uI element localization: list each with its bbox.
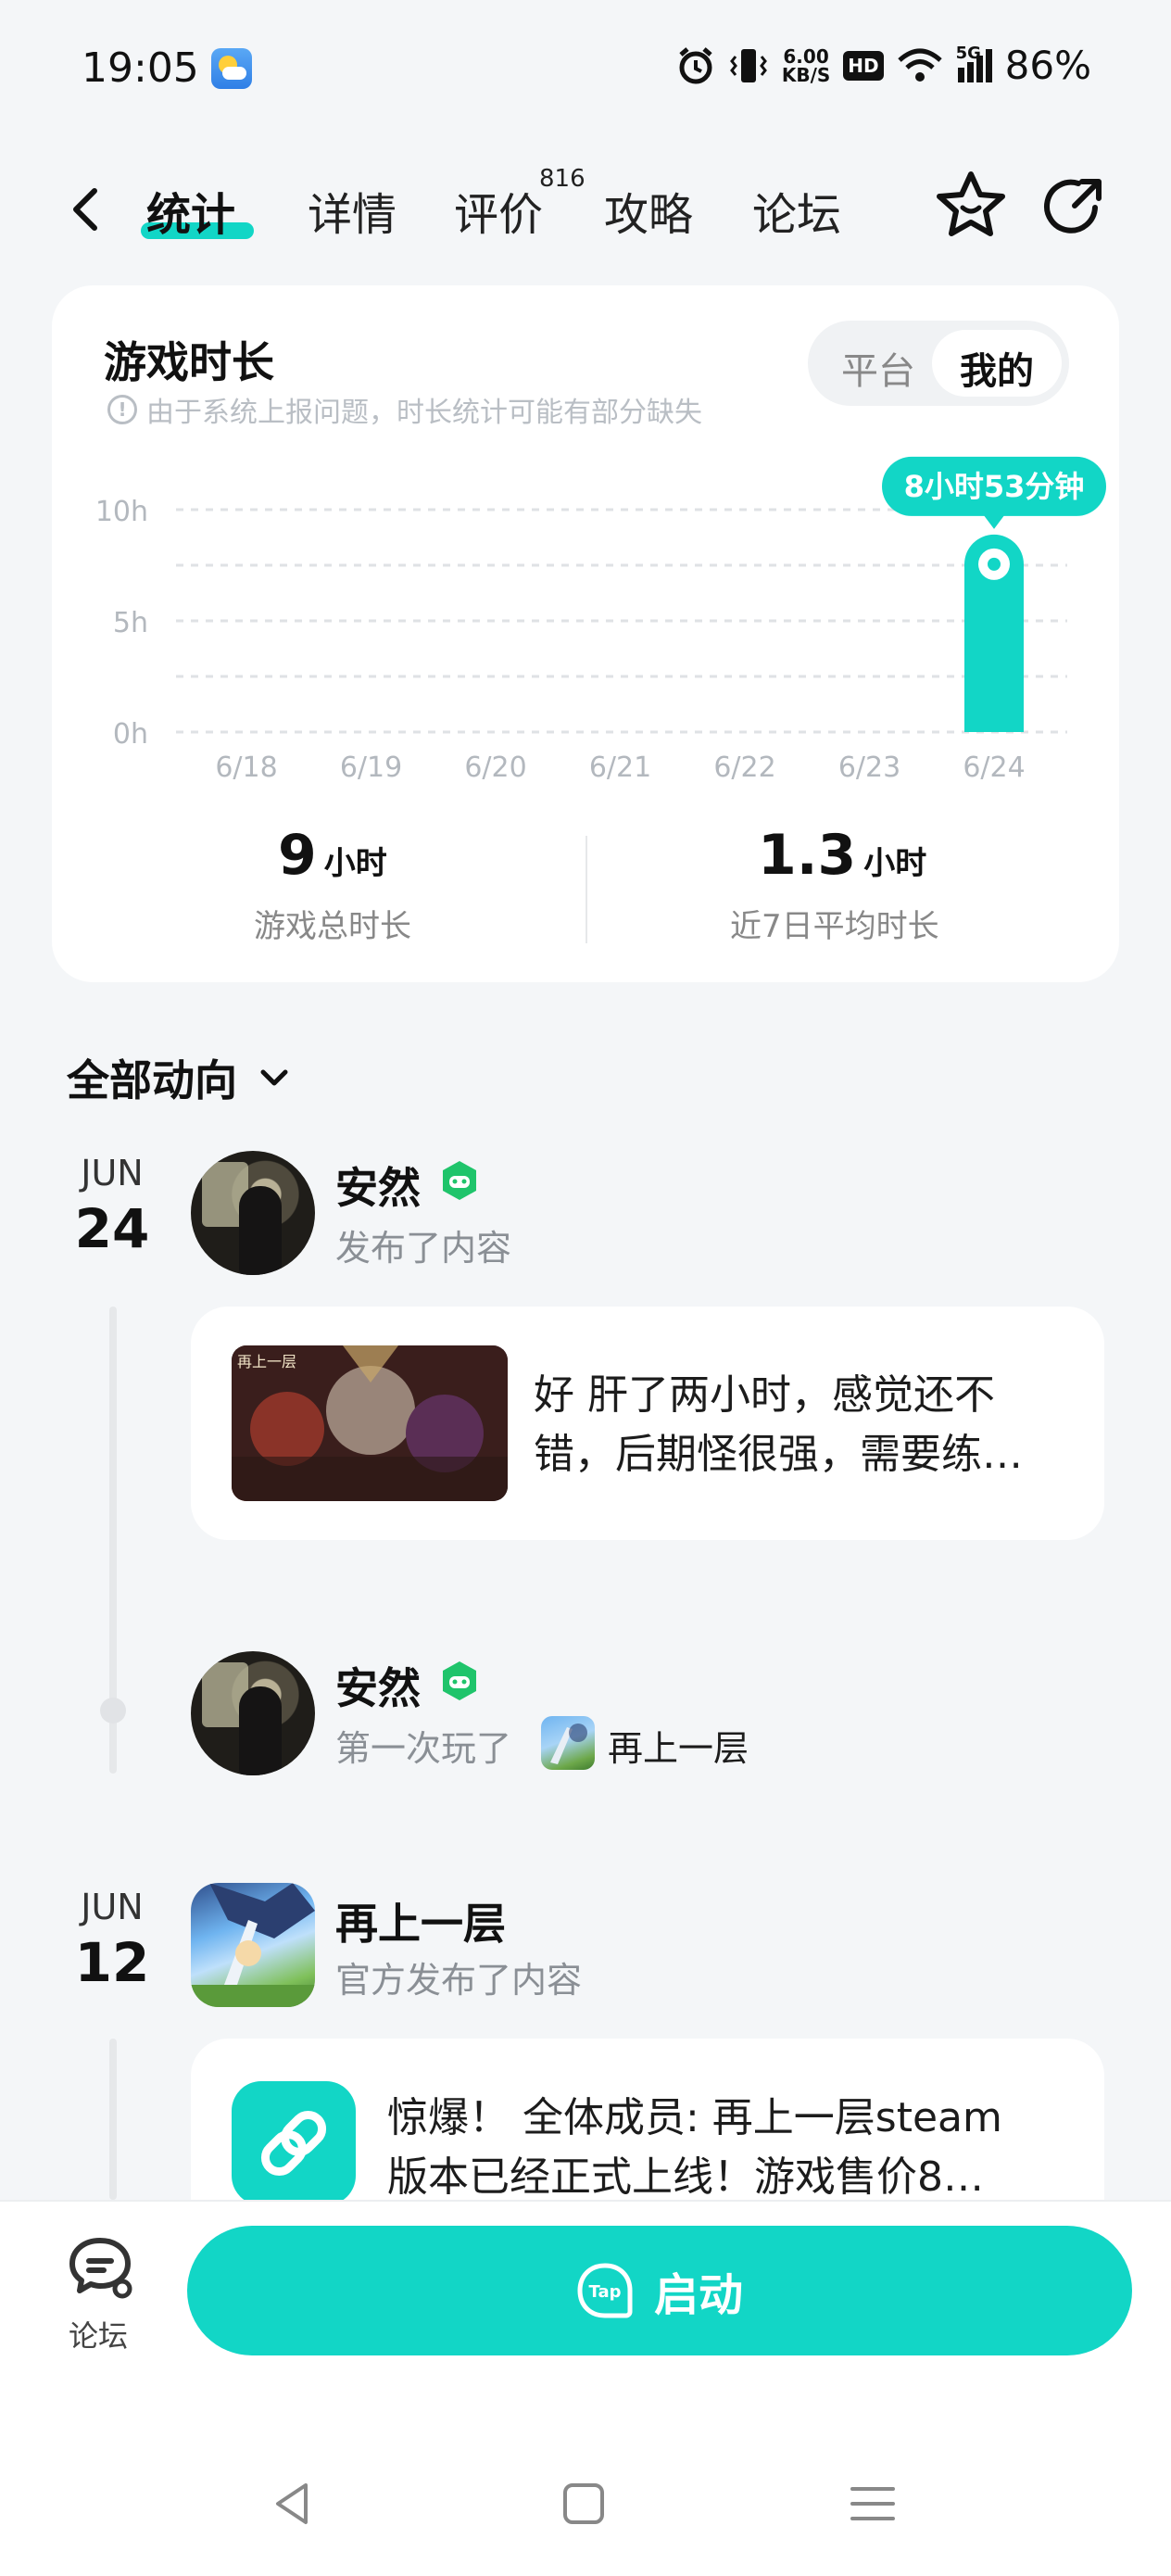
avg-playtime-value: 1.3	[758, 823, 857, 888]
x-tick-label: 6/23	[838, 751, 900, 784]
system-home-icon[interactable]	[556, 2476, 611, 2532]
date-day: 12	[74, 1931, 150, 1994]
launch-label: 启动	[653, 2269, 743, 2321]
activity-text: 发布了内容	[335, 1228, 512, 1269]
user-name[interactable]: 安然	[335, 1655, 421, 1716]
avatar[interactable]	[191, 1151, 315, 1275]
date-day: 24	[74, 1197, 150, 1260]
date-month: JUN	[81, 1887, 144, 1927]
x-tick-label: 6/18	[215, 751, 277, 784]
x-tick-label: 6/22	[713, 751, 775, 784]
post-text-line2: 错，后期怪很强，需要练…	[534, 1431, 1023, 1478]
game-avatar[interactable]	[191, 1883, 315, 2007]
user-name[interactable]: 安然	[335, 1155, 421, 1216]
timeline-dot	[100, 1698, 126, 1724]
chevron-down-icon	[260, 1069, 288, 1086]
x-tick-label: 6/24	[963, 751, 1025, 784]
y-tick-label: 5h	[113, 607, 148, 639]
activity-text: 官方发布了内容	[335, 1960, 583, 2001]
game-name[interactable]: 再上一层	[608, 1720, 749, 1771]
y-tick-label: 10h	[95, 496, 148, 528]
system-menu-icon[interactable]	[845, 2476, 900, 2532]
system-back-icon[interactable]	[265, 2476, 321, 2532]
avg-playtime-unit: 小时	[863, 845, 927, 882]
post-text-line2: 版本已经正式上线！游戏售价8…	[387, 2153, 984, 2201]
post-text-line1: 惊爆！ 全体成员: 再上一层steam	[387, 2094, 1002, 2141]
avatar[interactable]	[191, 1651, 315, 1775]
total-playtime-label: 游戏总时长	[254, 908, 411, 945]
tap-logo-text: Tap	[588, 2282, 621, 2302]
timeline-line	[109, 2039, 117, 2200]
gamepad-badge-icon	[443, 1661, 476, 1700]
feed-title: 全部动向	[67, 1055, 237, 1105]
post-text: 好 肝了两小时，感觉还不 错，后期怪很强，需要练…	[534, 1366, 1071, 1484]
total-playtime-unit: 小时	[323, 845, 387, 882]
x-tick-label: 6/21	[589, 751, 651, 784]
date-month: JUN	[81, 1153, 144, 1193]
y-tick-label: 0h	[113, 718, 148, 751]
chart-bar	[620, 731, 622, 733]
chart-bar	[246, 731, 247, 733]
x-tick-label: 6/19	[340, 751, 402, 784]
official-name[interactable]: 再上一层	[335, 1890, 506, 1951]
forum-icon[interactable]	[65, 2233, 135, 2304]
post-thumbnail: 再上一层	[232, 1345, 508, 1501]
game-icon[interactable]	[541, 1716, 595, 1770]
playtime-chart: 0h 5h 10h 6/18 6/19 6/20 6/21 6/22 6/23 6/24 8小时53…	[95, 456, 1106, 784]
total-playtime-value: 9	[278, 823, 317, 888]
tap-logo-icon: Tap	[577, 2263, 633, 2318]
post-text: 惊爆！ 全体成员: 再上一层steam 版本已经正式上线！游戏售价8…	[387, 2089, 1091, 2207]
gamepad-badge-icon	[443, 1161, 476, 1200]
chart-bar	[495, 731, 497, 733]
total-playtime: 9 小时	[278, 823, 387, 888]
link-icon	[232, 2081, 356, 2205]
stats-divider	[586, 836, 587, 943]
bar-tooltip-text: 8小时53分钟	[904, 469, 1085, 504]
launch-button[interactable]: Tap 启动	[187, 2226, 1132, 2355]
thumbnail-caption: 再上一层	[237, 1353, 297, 1370]
bar-tooltip-arrow	[983, 513, 1005, 529]
avg-playtime: 1.3 小时	[758, 823, 926, 888]
activity-text: 第一次玩了	[335, 1728, 512, 1769]
forum-label[interactable]: 论坛	[69, 2313, 128, 2355]
bar-marker-dot	[988, 557, 1001, 571]
chart-bar	[371, 731, 372, 733]
chart-bar	[744, 731, 746, 733]
x-tick-label: 6/20	[464, 751, 526, 784]
feed-filter[interactable]: 全部动向	[67, 1047, 293, 1108]
avg-playtime-label: 近7日平均时长	[730, 908, 939, 945]
chart-bar	[869, 731, 871, 733]
post-text-line1: 好 肝了两小时，感觉还不	[534, 1371, 995, 1419]
